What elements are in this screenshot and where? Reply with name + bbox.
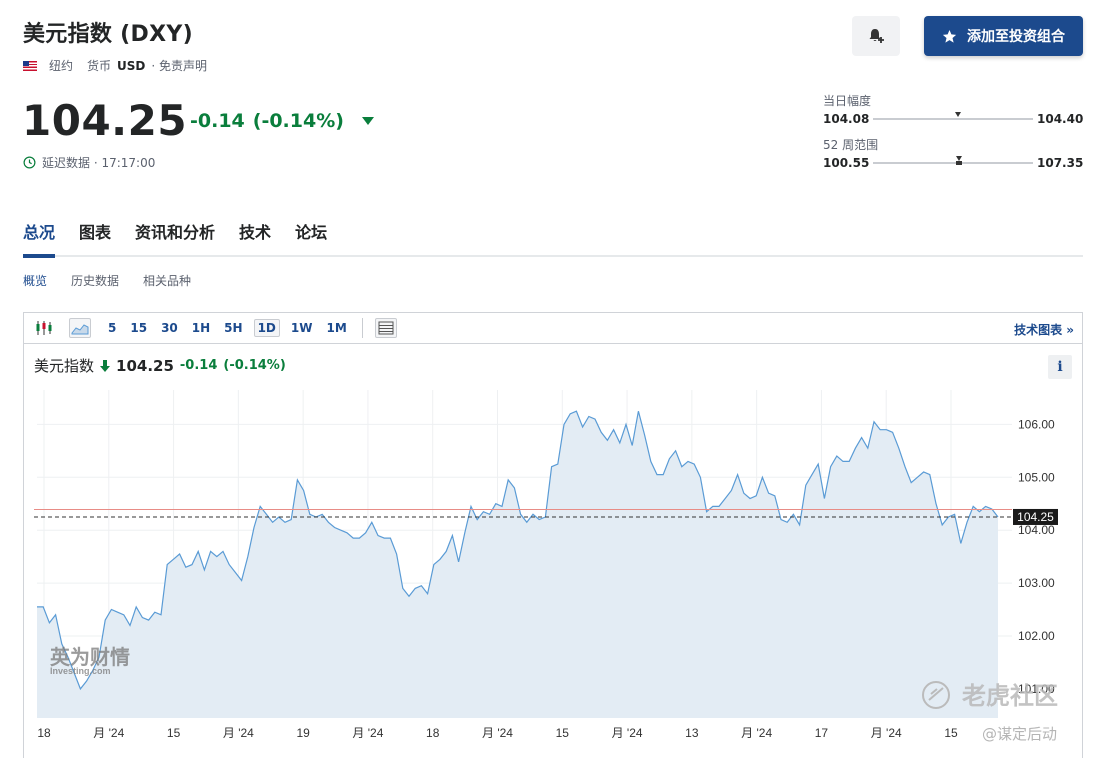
x-tick-label: 19: [296, 726, 310, 740]
x-tick-label: 18: [426, 726, 440, 740]
x-tick-label: 月 '24: [482, 726, 513, 740]
x-tick-label: 15: [167, 726, 181, 740]
x-tick-label: 月 '24: [352, 726, 383, 740]
y-tick-label: 105.00: [1018, 470, 1055, 484]
x-tick-label: 月 '24: [741, 726, 772, 740]
y-tick-label: 106.00: [1018, 417, 1055, 431]
x-tick-label: 13: [685, 726, 699, 740]
x-tick-label: 18: [37, 726, 51, 740]
x-tick-label: 17: [815, 726, 829, 740]
author-watermark: @谋定后动: [982, 725, 1057, 743]
y-tick-label: 104.00: [1018, 523, 1055, 537]
investing-com-watermark: Investing.com: [50, 666, 111, 676]
x-tick-label: 15: [556, 726, 570, 740]
price-area: [37, 411, 998, 718]
x-tick-label: 月 '24: [612, 726, 643, 740]
last-price-badge-label: 104.25: [1017, 510, 1054, 524]
price-chart[interactable]: 106.00105.00104.00103.00102.00101.00104.…: [0, 0, 1095, 758]
y-tick-label: 103.00: [1018, 576, 1055, 590]
x-tick-label: 月 '24: [93, 726, 124, 740]
x-tick-label: 15: [944, 726, 958, 740]
y-tick-label: 102.00: [1018, 629, 1055, 643]
x-tick-label: 月 '24: [871, 726, 902, 740]
community-watermark: 老虎社区: [962, 682, 1058, 710]
x-tick-label: 月 '24: [223, 726, 254, 740]
